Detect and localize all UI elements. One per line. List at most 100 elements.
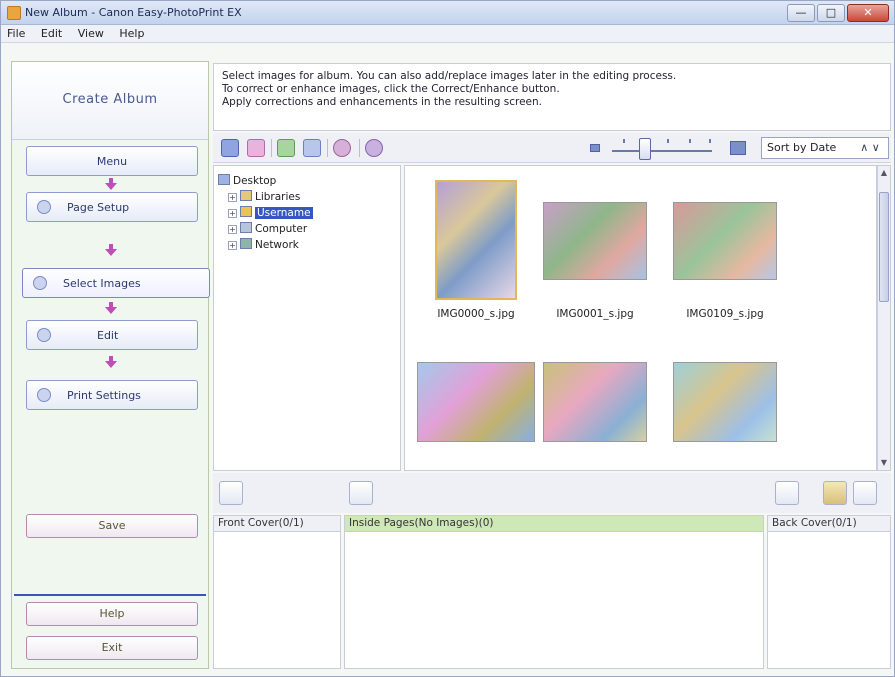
- slideshow-icon[interactable]: [303, 139, 321, 157]
- exit-button[interactable]: Exit: [26, 636, 198, 660]
- folder-icon: [240, 190, 252, 201]
- select-images-button[interactable]: Select Images: [22, 268, 210, 298]
- desktop-icon: [218, 174, 230, 185]
- page-setup-icon: [37, 200, 51, 214]
- menu-bar: File Edit View Help: [1, 25, 894, 43]
- step-arrow-icon: [104, 302, 118, 314]
- tree-item-label: Username: [255, 207, 313, 219]
- thumbnail-image[interactable]: [417, 362, 535, 442]
- chevron-down-icon: ∧ ∨: [860, 141, 880, 154]
- page-setup-label: Page Setup: [67, 201, 130, 214]
- tree-item-computer[interactable]: + Computer: [228, 222, 307, 235]
- scroll-up-icon[interactable]: ▲: [878, 166, 890, 180]
- menu-edit[interactable]: Edit: [35, 25, 68, 43]
- page-setup-button[interactable]: Page Setup: [26, 192, 198, 222]
- thumbnail-view: IMG0000_s.jpg IMG0001_s.jpg IMG0109_s.jp…: [404, 165, 877, 471]
- zoom-slider-tick: [709, 139, 711, 143]
- tree-item-network[interactable]: + Network: [228, 238, 299, 251]
- back-cover-header: Back Cover(0/1): [768, 516, 890, 532]
- scroll-thumb[interactable]: [879, 192, 889, 302]
- user-folder-icon: [240, 206, 252, 217]
- menu-help[interactable]: Help: [113, 25, 150, 43]
- zoom-slider-tick: [689, 139, 691, 143]
- select-images-label: Select Images: [63, 277, 141, 290]
- thumbnail-label: IMG0109_s.jpg: [686, 308, 764, 320]
- tree-item-label: Desktop: [233, 175, 277, 187]
- thumbnail-image[interactable]: [673, 202, 777, 280]
- app-icon: [7, 6, 21, 20]
- expand-icon[interactable]: +: [228, 225, 237, 234]
- image-toolbar: Sort by Date ∧ ∨: [213, 133, 891, 163]
- step-arrow-icon: [104, 178, 118, 190]
- zoom-slider-tick: [667, 139, 669, 143]
- print-settings-label: Print Settings: [67, 389, 141, 402]
- title-bar: New Album - Canon Easy-PhotoPrint EX — □…: [1, 1, 894, 25]
- zoom-large-icon: [730, 141, 746, 155]
- left-panel: Create Album Menu Page Setup Select Imag…: [11, 61, 210, 669]
- large-view-icon[interactable]: [823, 481, 847, 505]
- minimize-button[interactable]: —: [787, 4, 815, 22]
- menu-button-label: Menu: [96, 155, 128, 168]
- select-all-icon[interactable]: [221, 139, 239, 157]
- step-arrow-icon: [104, 356, 118, 368]
- step-arrow-icon: [104, 244, 118, 256]
- list-view-icon[interactable]: [853, 481, 877, 505]
- app-window: New Album - Canon Easy-PhotoPrint EX — □…: [0, 0, 895, 677]
- thumbnail-image[interactable]: [673, 362, 777, 442]
- sort-select-value: Sort by Date: [767, 141, 837, 154]
- expand-icon[interactable]: +: [228, 193, 237, 202]
- zoom-slider-thumb[interactable]: [639, 138, 651, 160]
- edit-button[interactable]: Edit: [26, 320, 198, 350]
- add-to-inside-pages-icon[interactable]: [349, 481, 373, 505]
- thumbnail-scrollbar[interactable]: ▲ ▼: [877, 165, 891, 471]
- menu-file[interactable]: File: [1, 25, 31, 43]
- image-action-bar: [213, 473, 891, 513]
- refresh-icon[interactable]: [365, 139, 383, 157]
- inside-pages-pane[interactable]: Inside Pages(No Images)(0): [344, 515, 764, 669]
- toolbar-divider: [327, 139, 328, 157]
- scroll-down-icon[interactable]: ▼: [878, 456, 890, 470]
- edit-icon: [37, 328, 51, 342]
- back-cover-pane[interactable]: Back Cover(0/1): [767, 515, 891, 669]
- close-button[interactable]: ✕: [847, 4, 889, 22]
- left-panel-header: Create Album: [12, 62, 208, 140]
- edit-label: Edit: [97, 329, 119, 342]
- zoom-slider-tick: [623, 139, 625, 143]
- maximize-button[interactable]: □: [817, 4, 845, 22]
- toolbar-divider: [271, 139, 272, 157]
- tree-item-desktop[interactable]: Desktop: [218, 174, 276, 187]
- expand-icon[interactable]: +: [228, 241, 237, 250]
- print-settings-icon: [37, 388, 51, 402]
- sort-select[interactable]: Sort by Date ∧ ∨: [761, 137, 889, 159]
- zoom-slider-track[interactable]: [612, 150, 712, 152]
- tree-item-username[interactable]: + Username: [228, 206, 313, 219]
- computer-icon: [240, 222, 252, 233]
- thumbnail-image[interactable]: [543, 202, 647, 280]
- save-button[interactable]: Save: [26, 514, 198, 538]
- toolbar-divider: [359, 139, 360, 157]
- inside-pages-header: Inside Pages(No Images)(0): [345, 516, 763, 532]
- deselect-icon[interactable]: [247, 139, 265, 157]
- print-settings-button[interactable]: Print Settings: [26, 380, 198, 410]
- instructions-panel: Select images for album. You can also ad…: [213, 63, 891, 131]
- add-to-front-cover-icon[interactable]: [219, 481, 243, 505]
- tree-item-label: Computer: [255, 223, 308, 235]
- front-cover-header: Front Cover(0/1): [214, 516, 340, 532]
- thumbnail-image[interactable]: [543, 362, 647, 442]
- thumbnail-image[interactable]: [435, 180, 517, 300]
- tree-item-libraries[interactable]: + Libraries: [228, 190, 300, 203]
- menu-button[interactable]: Menu: [26, 146, 198, 176]
- left-panel-divider: [14, 594, 206, 596]
- zoom-small-icon: [590, 144, 600, 152]
- menu-view[interactable]: View: [72, 25, 110, 43]
- correct-enhance-icon[interactable]: [277, 139, 295, 157]
- front-cover-pane[interactable]: Front Cover(0/1): [213, 515, 341, 669]
- tree-item-label: Libraries: [255, 191, 301, 203]
- help-button[interactable]: Help: [26, 602, 198, 626]
- add-to-back-cover-icon[interactable]: [775, 481, 799, 505]
- expand-icon[interactable]: +: [228, 209, 237, 218]
- folder-tree: Desktop + Libraries + Username + Computer +…: [213, 165, 401, 471]
- rotate-icon[interactable]: [333, 139, 351, 157]
- window-title: New Album - Canon Easy-PhotoPrint EX: [25, 6, 242, 19]
- instruction-line-3: Apply corrections and enhancements in th…: [222, 96, 543, 108]
